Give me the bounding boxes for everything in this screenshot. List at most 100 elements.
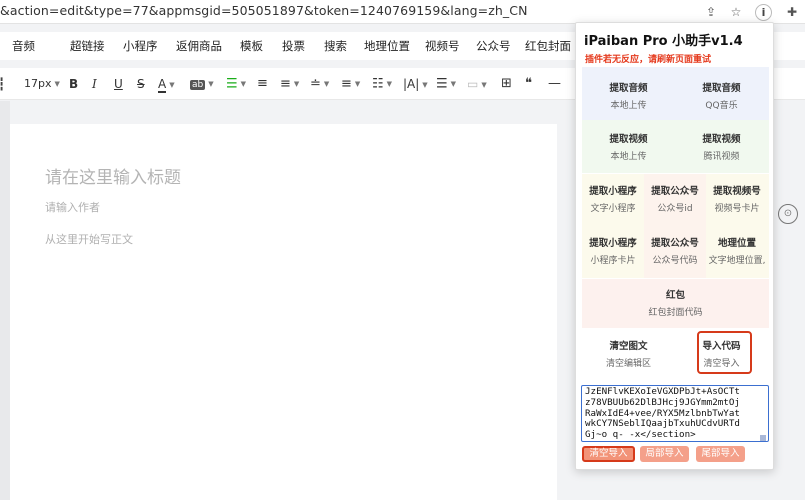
chevron-down-icon: ▼ bbox=[240, 80, 247, 88]
menu-template[interactable]: 模板 bbox=[240, 38, 263, 54]
clear-import-button[interactable]: 清空导入 bbox=[582, 446, 635, 462]
tile-label: 地理位置 bbox=[717, 238, 756, 249]
paragraph-spacing-icon[interactable]: ≡ ▼ bbox=[341, 76, 360, 93]
tile-label: 提取视频 bbox=[609, 134, 648, 145]
list-spacing-icon[interactable]: ☷ ▼ bbox=[372, 76, 392, 93]
extract-audio-local-button[interactable]: 提取音频 本地上传 bbox=[582, 80, 675, 111]
bold-button[interactable]: B bbox=[69, 76, 78, 92]
extract-channels-card-button[interactable]: 提取视频号 视频号卡片 bbox=[706, 183, 768, 214]
editor-left-gutter bbox=[0, 101, 10, 500]
chevron-down-icon: ▼ bbox=[481, 80, 487, 89]
font-size-select[interactable]: 17px ▼ bbox=[24, 76, 60, 92]
letter-spacing-icon[interactable]: |A| ▼ bbox=[403, 76, 428, 93]
extract-audio-qq-button[interactable]: 提取音频 QQ音乐 bbox=[675, 80, 768, 111]
extract-mini-program-text-button[interactable]: 提取小程序 文字小程序 bbox=[582, 183, 644, 214]
title-input[interactable]: 请在这里输入标题 bbox=[45, 163, 181, 188]
extract-official-account-code-button[interactable]: 提取公众号 公众号代码 bbox=[644, 235, 706, 266]
chevron-down-icon: ▼ bbox=[386, 80, 393, 88]
chevron-down-icon: ▼ bbox=[54, 80, 60, 88]
tile-sub: 腾讯视频 bbox=[703, 152, 740, 162]
extract-video-tencent-button[interactable]: 提取视频 腾讯视频 bbox=[675, 131, 768, 162]
menu-vote[interactable]: 投票 bbox=[282, 38, 305, 54]
font-size-value: 17px bbox=[24, 77, 52, 90]
chevron-down-icon: ▼ bbox=[208, 80, 214, 88]
menu-rebate-goods[interactable]: 返佣商品 bbox=[176, 38, 222, 54]
tile-sub: 公众号代码 bbox=[652, 256, 698, 266]
divider-icon[interactable]: — bbox=[548, 76, 561, 92]
chevron-down-icon: ▼ bbox=[293, 80, 300, 88]
tile-label: 提取视频 bbox=[702, 134, 741, 145]
tile-label: 提取小程序 bbox=[589, 186, 637, 197]
body-input[interactable]: 从这里开始写正文 bbox=[45, 231, 133, 247]
tile-label: 提取音频 bbox=[702, 83, 741, 94]
info-icon[interactable]: i bbox=[755, 4, 772, 21]
popup-title: iPaiban Pro 小助手v1.4 bbox=[584, 34, 743, 49]
align-center-icon[interactable]: ≡ ▼ bbox=[280, 76, 299, 93]
browser-url-bar: &action=edit&type=77&appmsgid=505051897&… bbox=[0, 0, 805, 24]
list-icon[interactable]: ☰ ▼ bbox=[436, 76, 456, 93]
author-input[interactable]: 请输入作者 bbox=[45, 199, 100, 215]
align-left-icon[interactable]: ☰ ▼ bbox=[226, 76, 246, 93]
line-height-icon[interactable]: ≐ ▼ bbox=[310, 76, 329, 93]
strikethrough-button[interactable]: S bbox=[137, 76, 145, 92]
font-color-icon: A bbox=[158, 77, 167, 93]
tile-label: 提取公众号 bbox=[651, 238, 699, 249]
table-icon[interactable]: ⊞ bbox=[501, 76, 512, 92]
popup-subtitle: 插件若无反应，请刷新页面重试 bbox=[585, 55, 712, 65]
chevron-down-icon: ▼ bbox=[354, 80, 361, 88]
tile-label: 提取视频号 bbox=[713, 186, 761, 197]
chevron-down-icon: ▼ bbox=[169, 81, 175, 89]
menu-channels[interactable]: 视频号 bbox=[425, 38, 460, 54]
puzzle-icon[interactable]: ✚ bbox=[783, 3, 801, 21]
menu-mini-program[interactable]: 小程序 bbox=[123, 38, 158, 54]
quote-icon[interactable]: ❝ bbox=[525, 76, 532, 92]
clear-format-icon[interactable]: ▭ ▼ bbox=[467, 76, 487, 93]
bg-color-icon: ab bbox=[190, 80, 206, 90]
tile-label: 提取公众号 bbox=[651, 186, 699, 197]
tile-sub: 视频号卡片 bbox=[714, 204, 760, 214]
chevron-down-icon: ▼ bbox=[323, 80, 330, 88]
screen: &action=edit&type=77&appmsgid=505051897&… bbox=[0, 0, 805, 500]
tile-sub: 小程序卡片 bbox=[590, 256, 636, 266]
bg-color-button[interactable]: ab ▼ bbox=[190, 76, 214, 93]
menu-official-account[interactable]: 公众号 bbox=[476, 38, 511, 54]
underline-button[interactable]: U bbox=[114, 76, 123, 92]
italic-button[interactable]: I bbox=[92, 76, 97, 92]
menu-hyperlink[interactable]: 超链接 bbox=[70, 38, 105, 54]
import-code-highlight bbox=[697, 331, 752, 374]
font-color-button[interactable]: A ▼ bbox=[158, 76, 175, 93]
tile-sub: 文字小程序 bbox=[590, 204, 636, 214]
tile-label: 提取音频 bbox=[609, 83, 648, 94]
tile-sub: 本地上传 bbox=[610, 152, 647, 162]
tail-import-button[interactable]: 尾部导入 bbox=[696, 446, 745, 462]
resize-handle-icon[interactable] bbox=[760, 435, 766, 441]
chevron-down-icon: ▼ bbox=[450, 80, 457, 88]
format-painter-icon[interactable]: ┇ bbox=[0, 76, 5, 92]
tile-sub: 文字地理位置, bbox=[708, 256, 766, 266]
extract-official-account-id-button[interactable]: 提取公众号 公众号id bbox=[644, 183, 706, 214]
menu-audio[interactable]: 音频 bbox=[12, 38, 35, 54]
tile-label: 提取小程序 bbox=[589, 238, 637, 249]
menu-search[interactable]: 搜索 bbox=[324, 38, 347, 54]
url-text[interactable]: &action=edit&type=77&appmsgid=505051897&… bbox=[0, 3, 528, 18]
extract-video-local-button[interactable]: 提取视频 本地上传 bbox=[582, 131, 675, 162]
tile-sub: QQ音乐 bbox=[705, 101, 738, 111]
share-icon[interactable]: ⇪ bbox=[702, 3, 720, 21]
tile-sub: 公众号id bbox=[657, 204, 693, 214]
menu-red-packet-cover[interactable]: 红包封面 bbox=[525, 38, 571, 54]
extract-mini-program-card-button[interactable]: 提取小程序 小程序卡片 bbox=[582, 235, 644, 266]
tile-label: 红包 bbox=[665, 290, 685, 301]
red-packet-button[interactable]: 红包 红包封面代码 bbox=[582, 287, 769, 318]
menu-location[interactable]: 地理位置 bbox=[364, 38, 410, 54]
code-input[interactable]: JzENFlvKEXoIeVGXDPbJt+AsOCTt z78VBUUb62D… bbox=[581, 385, 769, 442]
tile-sub: 红包封面代码 bbox=[648, 308, 703, 318]
clear-article-button[interactable]: 清空图文 清空编辑区 bbox=[582, 338, 675, 369]
star-icon[interactable]: ☆ bbox=[727, 3, 745, 21]
location-button[interactable]: 地理位置 文字地理位置, bbox=[706, 235, 768, 266]
chevron-down-icon: ▼ bbox=[422, 80, 428, 89]
partial-import-button[interactable]: 局部导入 bbox=[640, 446, 689, 462]
indent-icon[interactable]: ≡ bbox=[257, 76, 268, 92]
tile-sub: 清空编辑区 bbox=[605, 359, 651, 369]
tile-sub: 本地上传 bbox=[610, 101, 647, 111]
help-icon[interactable]: ⊙ bbox=[778, 204, 798, 224]
